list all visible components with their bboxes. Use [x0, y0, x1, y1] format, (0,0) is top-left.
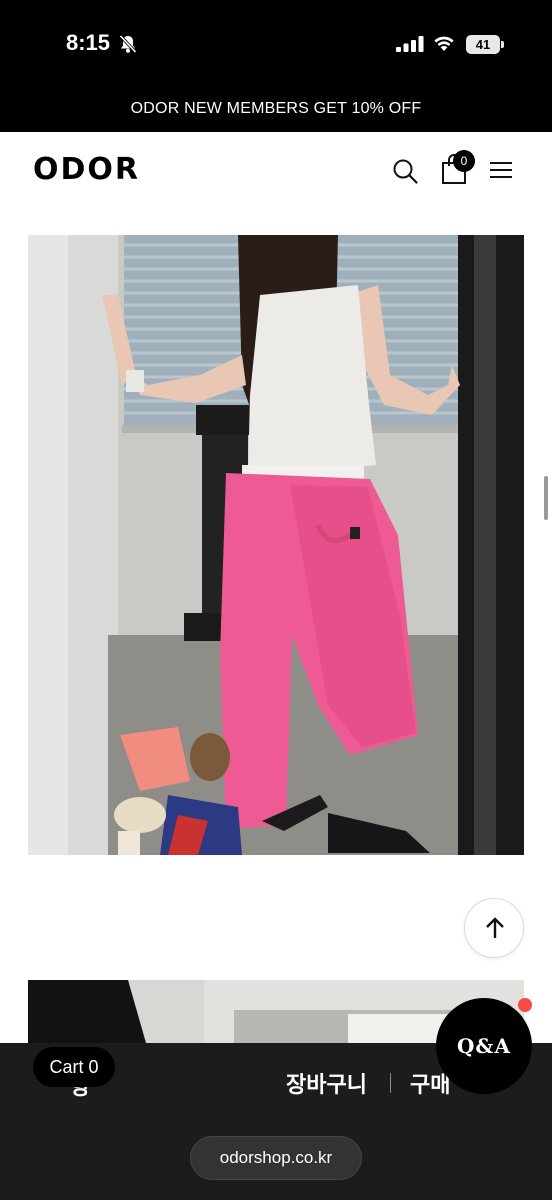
- arrow-up-icon: [486, 917, 504, 938]
- wifi-icon: [434, 36, 454, 51]
- status-time: 8:15: [66, 30, 111, 55]
- divider: [390, 1073, 391, 1093]
- add-to-cart-button[interactable]: 장바구니: [286, 1067, 367, 1099]
- qa-notification-dot: [518, 998, 532, 1012]
- site-logo[interactable]: ODOR: [33, 152, 140, 187]
- scroll-to-top-button[interactable]: [464, 898, 524, 958]
- browser-url-bar[interactable]: odorshop.co.kr: [190, 1136, 362, 1180]
- search-icon[interactable]: [392, 158, 418, 184]
- cart-count-badge: 0: [453, 150, 475, 172]
- battery-level: 41: [466, 35, 500, 54]
- site-header: ODOR: [0, 132, 552, 210]
- hamburger-menu-icon[interactable]: [489, 160, 513, 180]
- cart-pill-button[interactable]: Cart 0: [33, 1047, 115, 1087]
- signal-icon: [396, 36, 424, 52]
- scroll-indicator[interactable]: [544, 476, 548, 520]
- qa-button[interactable]: Q&A: [436, 998, 532, 1094]
- product-photo-pink-sweatpants[interactable]: [28, 235, 524, 855]
- status-bar: 8:15 41: [0, 0, 552, 90]
- promo-banner[interactable]: ODOR NEW MEMBERS GET 10% OFF: [0, 90, 552, 132]
- bell-muted-icon: [119, 34, 137, 54]
- battery-icon: 41: [466, 35, 504, 54]
